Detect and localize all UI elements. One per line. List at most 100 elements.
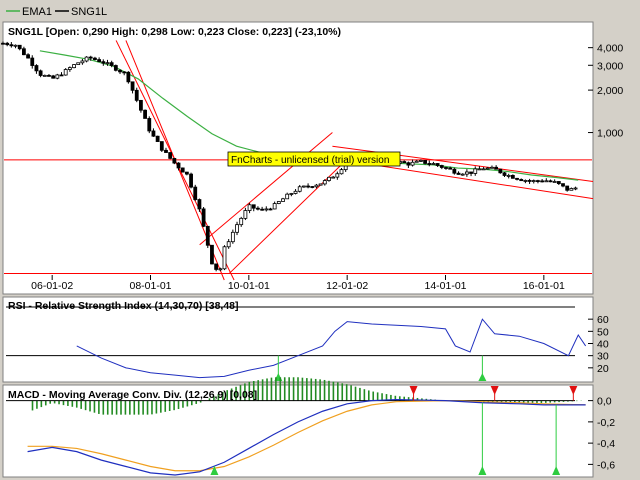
candle-body — [502, 172, 507, 176]
candle-body — [214, 263, 219, 270]
candle-body — [506, 175, 511, 177]
candle-body — [477, 168, 482, 171]
candle-body — [201, 208, 206, 227]
candle-body — [164, 149, 168, 153]
candle-body — [1, 42, 5, 45]
candle-body — [230, 231, 235, 243]
candle-body — [5, 42, 10, 46]
candle-body — [264, 208, 269, 211]
candle-body — [72, 64, 76, 69]
candle-body — [306, 185, 310, 188]
candle-body — [452, 168, 457, 174]
candle-body — [55, 74, 60, 79]
candle-body — [80, 60, 85, 64]
candle-body — [101, 61, 106, 64]
trial-watermark: FnCharts - unlicensed (trial) version — [227, 151, 401, 167]
candle-body — [268, 208, 273, 211]
candle-body — [97, 59, 102, 63]
candle-body — [42, 74, 47, 77]
candle-body — [143, 109, 147, 119]
candle-body — [159, 141, 164, 151]
candle-body — [26, 54, 30, 59]
candle-body — [523, 180, 528, 182]
rsi-panel-title: RSI - Relative Strength Index (14,30,70)… — [8, 300, 239, 312]
macd-y-tick-label: 0,0 — [597, 396, 612, 408]
legend: EMA1 SNG1L — [6, 6, 107, 18]
candle-body — [444, 167, 448, 169]
candle-body — [105, 62, 110, 65]
price-y-tick-label: 2,000 — [597, 85, 623, 97]
price-x-tick-label: 10-01-01 — [228, 280, 270, 292]
candle-body — [17, 44, 22, 50]
price-x-tick-label: 16-01-01 — [523, 280, 565, 292]
candle-body — [176, 162, 181, 169]
candle-body — [536, 180, 540, 182]
candle-body — [406, 162, 411, 166]
candle-body — [531, 180, 536, 182]
candle-body — [439, 165, 444, 168]
price-y-tick-label: 4,000 — [597, 43, 623, 55]
candle-body — [272, 203, 277, 210]
candle-body — [155, 135, 160, 142]
candle-body — [235, 224, 239, 233]
candle-body — [431, 163, 436, 165]
candle-body — [93, 57, 97, 60]
candle-body — [168, 152, 173, 159]
candle-body — [38, 70, 43, 76]
rsi-y-tick-label: 60 — [597, 314, 609, 326]
candle-body — [498, 168, 503, 174]
candle-body — [151, 130, 156, 137]
candle-body — [339, 169, 344, 175]
candle-body — [139, 99, 143, 111]
candle-body — [293, 190, 298, 194]
macd-y-tick-label: -0,4 — [597, 438, 615, 450]
candle-body — [494, 166, 499, 170]
candle-body — [331, 176, 336, 179]
candle-body — [448, 167, 453, 170]
candle-body — [281, 198, 285, 202]
rsi-y-tick-label: 30 — [597, 351, 609, 363]
legend-label-sng1l: SNG1L — [71, 6, 107, 18]
rsi-y-tick-label: 20 — [597, 363, 609, 375]
candle-body — [260, 208, 265, 211]
candle-body — [184, 171, 189, 175]
candle-body — [464, 171, 469, 175]
candle-body — [485, 167, 490, 170]
candle-body — [76, 62, 81, 65]
price-panel-title: SNG1L [Open: 0,290 High: 0,298 Low: 0,22… — [8, 26, 341, 38]
candle-body — [573, 187, 578, 190]
macd-y-tick-label: -0,6 — [597, 459, 615, 471]
candle-body — [556, 181, 561, 185]
candle-body — [67, 67, 72, 70]
candle-body — [473, 168, 478, 174]
candle-body — [205, 225, 210, 246]
candle-body — [527, 180, 532, 182]
candle-body — [285, 193, 290, 200]
candle-body — [34, 65, 39, 72]
candle-body — [47, 74, 51, 77]
candle-body — [130, 81, 135, 91]
candle-body — [481, 168, 486, 171]
candle-body — [456, 172, 461, 175]
candle-body — [519, 179, 524, 182]
watermark-text: FnCharts - unlicensed (trial) version — [231, 155, 389, 166]
price-x-tick-label: 12-01-02 — [326, 280, 368, 292]
candle-body — [51, 75, 56, 79]
macd-panel-title: MACD - Moving Average Conv. Div. (12,26,… — [8, 389, 257, 401]
candle-body — [569, 188, 574, 191]
candle-body — [540, 180, 545, 183]
candle-body — [423, 160, 427, 164]
candle-body — [59, 74, 64, 77]
candle-body — [251, 204, 256, 209]
candle-body — [189, 173, 193, 188]
candle-body — [561, 183, 565, 187]
candle-body — [318, 183, 323, 186]
candle-body — [460, 173, 465, 176]
price-x-tick-label: 08-01-01 — [129, 280, 171, 292]
candle-body — [239, 217, 244, 226]
price-y-tick-label: 3,000 — [597, 60, 623, 72]
price-y-tick-label: 1,000 — [597, 128, 623, 140]
candle-body — [30, 57, 35, 66]
candle-body — [226, 241, 231, 248]
candle-body — [84, 56, 89, 62]
